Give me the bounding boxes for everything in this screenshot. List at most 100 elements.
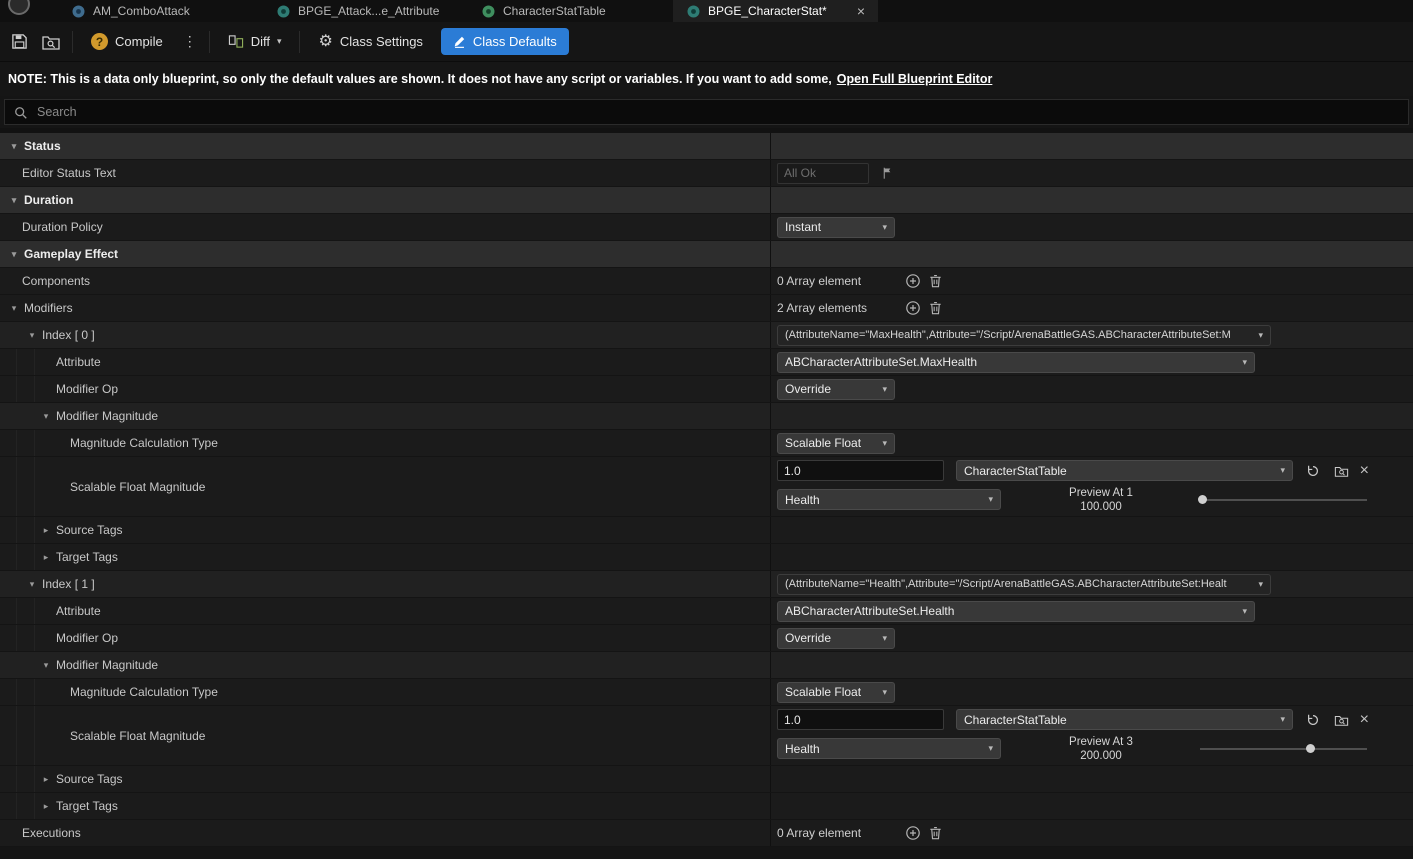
curve-row-name-combo[interactable]: Health ▾	[777, 738, 1001, 759]
combo-value: Scalable Float	[785, 685, 862, 699]
index-label: Index [ 1 ]	[42, 577, 95, 591]
save-button[interactable]	[8, 31, 30, 53]
components-row: Components 0 Array element	[0, 268, 1413, 295]
category-status[interactable]: ▾ Status	[0, 133, 1413, 160]
modifier-magnitude-row[interactable]: ▾ Modifier Magnitude	[0, 652, 1413, 679]
magnitude-calc-type-combo[interactable]: Scalable Float ▾	[777, 681, 895, 703]
blueprint-effect-icon	[277, 5, 290, 18]
attribute-row: Attribute ABCharacterAttributeSet.MaxHea…	[0, 349, 1413, 376]
property-label: Modifier Op	[56, 631, 119, 645]
modifier-magnitude-row[interactable]: ▾ Modifier Magnitude	[0, 403, 1413, 430]
attribute-combo[interactable]: ABCharacterAttributeSet.MaxHealth ▾	[777, 351, 1255, 373]
clear-array-icon[interactable]	[924, 270, 946, 292]
property-label: Source Tags	[56, 523, 123, 537]
add-array-element-icon[interactable]	[902, 270, 924, 292]
modifier-summary-combo[interactable]: (AttributeName="Health",Attribute="/Scri…	[777, 573, 1271, 595]
flag-icon	[881, 166, 894, 180]
magnitude-calc-type-row: Magnitude Calculation Type Scalable Floa…	[0, 679, 1413, 706]
browse-content-browser-button[interactable]	[40, 31, 62, 53]
preview-slider[interactable]	[1200, 742, 1367, 756]
chevron-down-icon: ▾	[882, 686, 887, 697]
collapse-arrow-icon: ▾	[29, 578, 35, 589]
combo-value: ABCharacterAttributeSet.Health	[785, 604, 955, 618]
collapse-arrow-icon: ▾	[43, 410, 49, 421]
browse-to-asset-icon[interactable]	[1331, 460, 1353, 482]
diff-button[interactable]: Diff ▾	[220, 29, 290, 54]
expand-arrow-icon: ▸	[43, 800, 49, 811]
browse-to-asset-icon[interactable]	[1331, 709, 1353, 731]
preview-value: 100.000	[1080, 500, 1122, 513]
source-tags-row[interactable]: ▸ Source Tags	[0, 766, 1413, 793]
use-selected-asset-icon[interactable]	[1302, 709, 1324, 731]
add-array-element-icon[interactable]	[902, 822, 924, 844]
curve-row-name-combo[interactable]: Health ▾	[777, 489, 1001, 510]
search-input[interactable]	[5, 100, 1408, 124]
curve-table-combo[interactable]: CharacterStatTable ▾	[956, 709, 1293, 730]
property-label: Magnitude Calculation Type	[70, 685, 218, 699]
array-count: 0 Array element	[777, 826, 862, 840]
add-array-element-icon[interactable]	[902, 297, 924, 319]
use-selected-asset-icon[interactable]	[1302, 460, 1324, 482]
category-label: Gameplay Effect	[24, 247, 119, 261]
clear-array-icon[interactable]	[924, 822, 946, 844]
clear-array-icon[interactable]	[924, 297, 946, 319]
class-settings-button[interactable]: ⚙ Class Settings	[310, 29, 430, 55]
index-label: Index [ 0 ]	[42, 328, 95, 342]
combo-value: ABCharacterAttributeSet.MaxHealth	[785, 355, 978, 369]
open-full-blueprint-editor-link[interactable]: Open Full Blueprint Editor	[837, 72, 993, 86]
property-label: Editor Status Text	[22, 166, 116, 180]
target-tags-row[interactable]: ▸ Target Tags	[0, 544, 1413, 571]
compile-button[interactable]: ? Compile	[83, 28, 171, 55]
modifier-op-combo[interactable]: Override ▾	[777, 627, 895, 649]
modifier-index-row[interactable]: ▾ Index [ 0 ] (AttributeName="MaxHealth",…	[0, 322, 1413, 349]
slider-handle[interactable]	[1197, 494, 1207, 504]
tab-bpge-characterstat[interactable]: BPGE_CharacterStat* ×	[673, 0, 878, 22]
search-box	[4, 99, 1409, 125]
clear-asset-icon[interactable]: ×	[1360, 463, 1369, 479]
clear-asset-icon[interactable]: ×	[1360, 712, 1369, 728]
modifier-op-row: Modifier Op Override ▾	[0, 376, 1413, 403]
collapse-arrow-icon: ▾	[29, 329, 35, 340]
target-tags-row[interactable]: ▸ Target Tags	[0, 793, 1413, 820]
source-tags-row[interactable]: ▸ Source Tags	[0, 517, 1413, 544]
tab-label: CharacterStatTable	[503, 4, 606, 18]
class-defaults-button[interactable]: Class Defaults	[440, 28, 569, 55]
duration-policy-combo[interactable]: Instant ▾	[777, 216, 895, 238]
modifier-summary-combo[interactable]: (AttributeName="MaxHealth",Attribute="/S…	[777, 324, 1271, 346]
close-tab-icon[interactable]: ×	[854, 4, 868, 18]
gear-icon: ⚙	[318, 32, 333, 50]
chevron-down-icon: ▾	[882, 632, 887, 643]
expand-arrow-icon: ▸	[43, 524, 49, 535]
preview-slider[interactable]	[1197, 493, 1367, 507]
expand-arrow-icon: ▸	[43, 773, 49, 784]
property-label: Attribute	[56, 355, 101, 369]
preview-readout: Preview At 1 100.000	[1011, 486, 1191, 514]
combo-value: CharacterStatTable	[964, 712, 1067, 727]
modifiers-row[interactable]: ▾ Modifiers 2 Array elements	[0, 295, 1413, 322]
modifier-index-row[interactable]: ▾ Index [ 1 ] (AttributeName="Health",Att…	[0, 571, 1413, 598]
document-tab-bar: AM_ComboAttack BPGE_Attack...e_Attribute…	[0, 0, 1413, 22]
toolbar: ? Compile ⋮ Diff ▾ ⚙ Class Settings Clas…	[0, 22, 1413, 62]
category-gameplay-effect[interactable]: ▾ Gameplay Effect	[0, 241, 1413, 268]
tab-bpge-attack-attribute[interactable]: BPGE_Attack...e_Attribute	[263, 0, 468, 22]
pencil-icon	[454, 36, 465, 48]
tab-am-comboattack[interactable]: AM_ComboAttack	[58, 0, 263, 22]
preview-label: Preview At 3	[1069, 735, 1133, 748]
magnitude-calc-type-combo[interactable]: Scalable Float ▾	[777, 432, 895, 454]
magnitude-value-input[interactable]	[777, 460, 944, 481]
property-label: Modifier Magnitude	[56, 409, 159, 423]
modifier-op-combo[interactable]: Override ▾	[777, 378, 895, 400]
property-label: Duration Policy	[22, 220, 103, 234]
category-duration[interactable]: ▾ Duration	[0, 187, 1413, 214]
compile-options-icon[interactable]: ⋮	[181, 29, 199, 54]
app-icon	[8, 0, 30, 15]
slider-track	[1200, 747, 1367, 750]
tab-characterstattable[interactable]: CharacterStatTable	[468, 0, 673, 22]
magnitude-value-input[interactable]	[777, 709, 944, 730]
curve-table-combo[interactable]: CharacterStatTable ▾	[956, 460, 1293, 481]
attribute-row: Attribute ABCharacterAttributeSet.Health…	[0, 598, 1413, 625]
editor-status-text-input[interactable]	[777, 162, 869, 184]
attribute-combo[interactable]: ABCharacterAttributeSet.Health ▾	[777, 600, 1255, 622]
chevron-down-icon: ▾	[988, 743, 993, 753]
slider-handle[interactable]	[1306, 743, 1316, 753]
